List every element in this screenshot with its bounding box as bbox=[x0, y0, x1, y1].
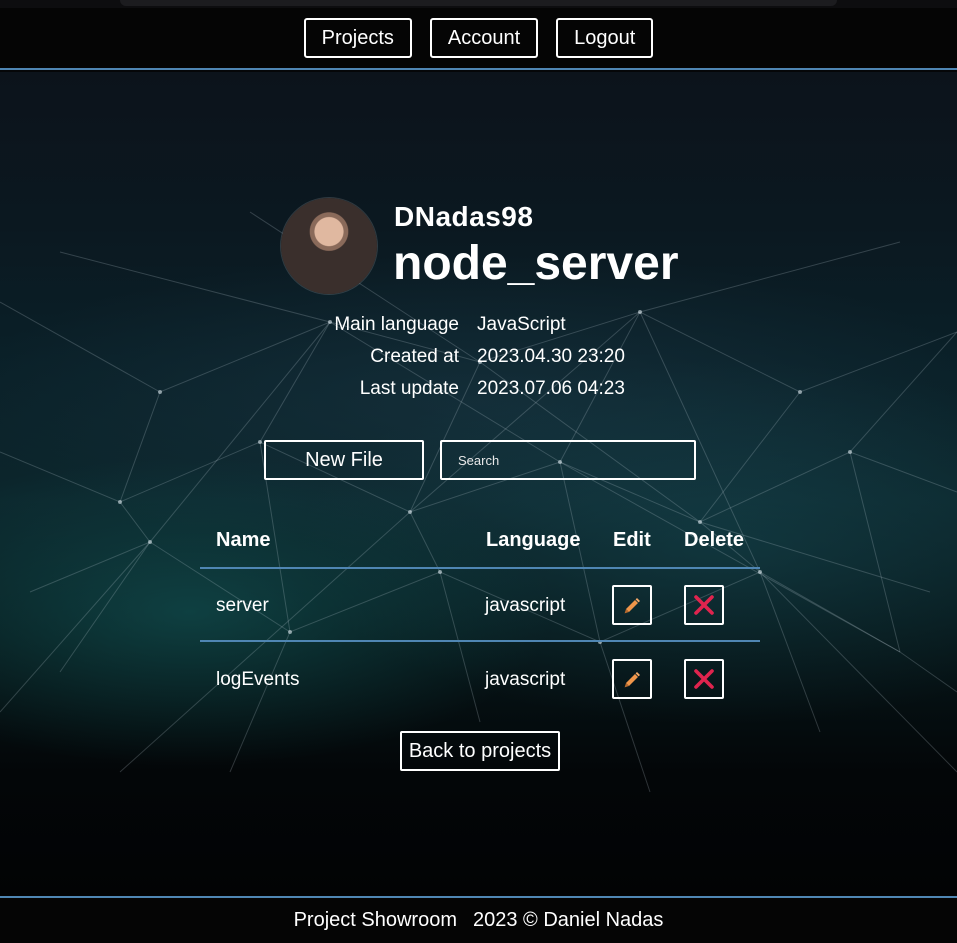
back-to-projects-button[interactable]: Back to projects bbox=[400, 731, 560, 771]
meta-label: Created at bbox=[370, 346, 459, 367]
table-divider bbox=[200, 640, 760, 642]
top-navbar: Projects Account Logout bbox=[0, 8, 957, 70]
file-name: server bbox=[216, 595, 269, 616]
close-icon bbox=[694, 595, 714, 615]
page-title: node_server bbox=[393, 237, 679, 290]
meta-label: Main language bbox=[334, 314, 459, 335]
table-divider bbox=[200, 567, 760, 569]
footer-app-name: Project Showroom bbox=[293, 909, 457, 931]
browser-top-strip bbox=[0, 0, 957, 8]
meta-label: Last update bbox=[359, 378, 459, 399]
delete-file-button[interactable] bbox=[684, 585, 724, 625]
pencil-icon bbox=[624, 672, 640, 688]
header-name: Name bbox=[216, 529, 271, 551]
meta-row-created: Created at 2023.04.30 23:20 bbox=[0, 346, 957, 376]
page-footer: Project Showroom 2023 © Daniel Nadas bbox=[0, 896, 957, 943]
nav-account-button[interactable]: Account bbox=[429, 18, 539, 58]
edit-file-button[interactable] bbox=[612, 659, 652, 699]
close-icon bbox=[694, 669, 714, 689]
file-language: javascript bbox=[485, 595, 566, 616]
meta-row-language: Main language JavaScript bbox=[0, 314, 957, 344]
pencil-icon bbox=[624, 598, 640, 614]
city-network-background bbox=[0, 72, 957, 898]
meta-value: JavaScript bbox=[477, 314, 566, 335]
meta-value: 2023.04.30 23:20 bbox=[477, 346, 625, 367]
network-lines-decoration bbox=[0, 211, 957, 793]
file-name: logEvents bbox=[216, 669, 300, 690]
project-owner: DNadas98 bbox=[394, 201, 534, 232]
avatar bbox=[281, 198, 377, 294]
nav-logout-button[interactable]: Logout bbox=[556, 18, 654, 58]
meta-value: 2023.07.06 04:23 bbox=[477, 378, 625, 399]
header-delete: Delete bbox=[684, 529, 745, 551]
browser-tab-edge bbox=[120, 0, 837, 6]
nav-projects-button[interactable]: Projects bbox=[303, 18, 412, 58]
header-edit: Edit bbox=[613, 529, 651, 551]
header-language: Language bbox=[486, 529, 581, 551]
footer-copyright: 2023 © Daniel Nadas bbox=[472, 909, 664, 931]
meta-row-updated: Last update 2023.07.06 04:23 bbox=[0, 378, 957, 408]
edit-file-button[interactable] bbox=[612, 585, 652, 625]
search-input[interactable] bbox=[440, 440, 696, 480]
file-language: javascript bbox=[485, 669, 566, 690]
delete-file-button[interactable] bbox=[684, 659, 724, 699]
new-file-button[interactable]: New File bbox=[264, 440, 424, 480]
